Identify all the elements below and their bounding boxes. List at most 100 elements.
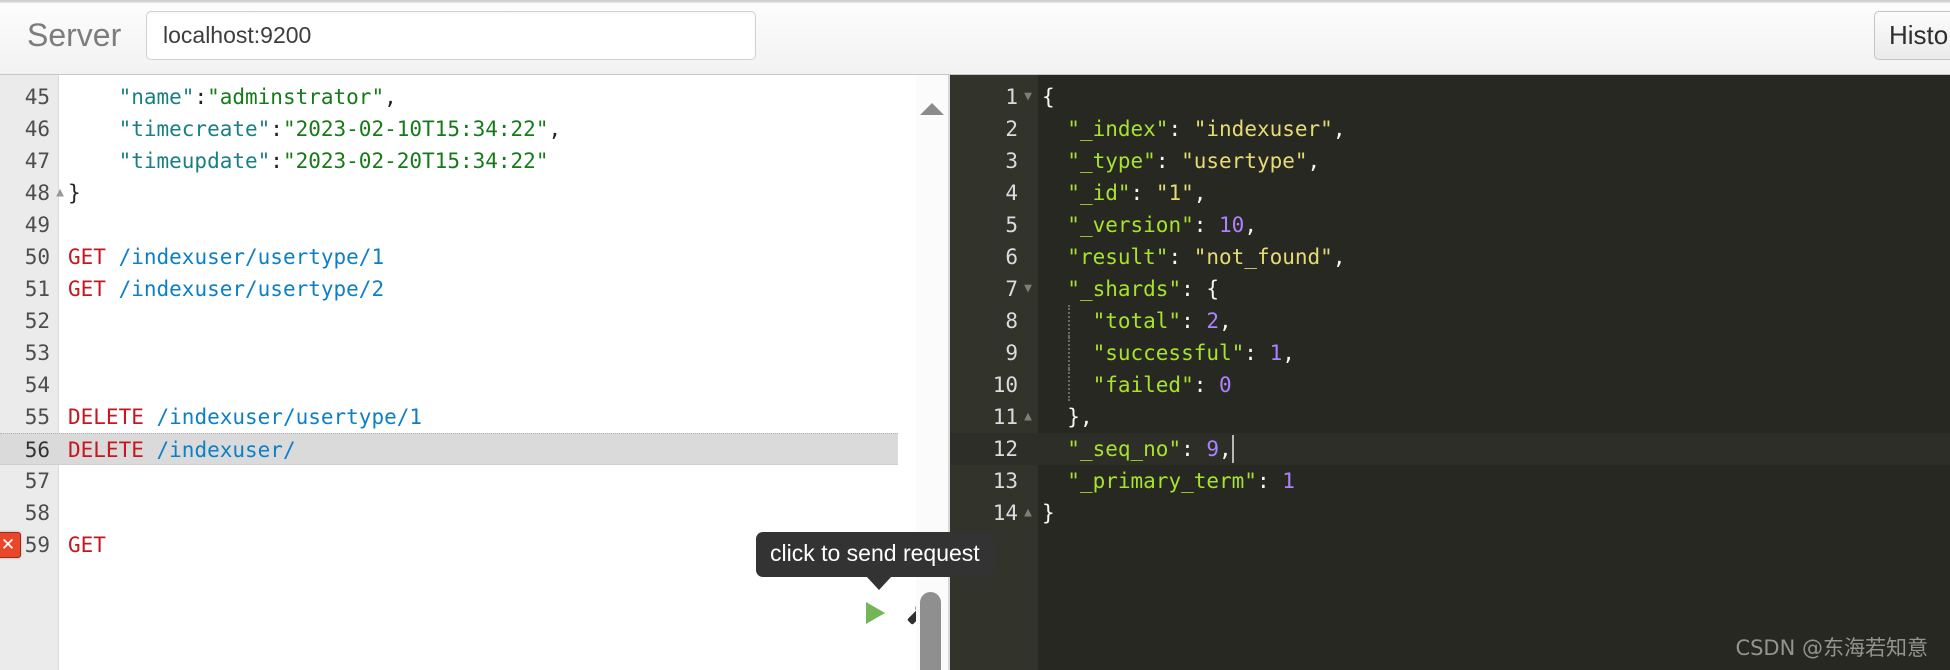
request-line-row[interactable]: 45 "name":"adminstrator", [0, 81, 898, 113]
code-token: "indexuser" [1193, 117, 1333, 141]
request-editor-pane[interactable]: 45 "name":"adminstrator", 46 "timecreate"… [0, 75, 948, 670]
response-line-number: 9 [1005, 341, 1018, 365]
request-line-row[interactable]: 56 DELETE /indexuser/ [0, 433, 898, 465]
response-line-row[interactable]: 2 "_index": "indexuser", [950, 113, 1950, 145]
response-line-number: 7 [1005, 277, 1018, 301]
code-token: "total" [1092, 309, 1182, 333]
response-line-row[interactable]: 3 "_type": "usertype", [950, 145, 1950, 177]
code-token: "_id" [1067, 181, 1131, 205]
fold-up-icon[interactable]: ▲ [1020, 401, 1036, 433]
response-line-row[interactable]: 1 ▼{ [950, 81, 1950, 113]
code-token: "timeupdate" [118, 149, 271, 173]
code-token: "name" [118, 85, 195, 109]
code-token: "_index" [1067, 117, 1169, 141]
response-line-row[interactable]: 5 "_version": 10, [950, 209, 1950, 241]
code-token: "not_found" [1193, 245, 1333, 269]
code-token: } [68, 181, 81, 205]
request-line-row[interactable]: 50 GET /indexuser/usertype/1 [0, 241, 898, 273]
response-line-text: "_shards": { [1042, 273, 1219, 305]
code-token: : [1130, 181, 1156, 205]
server-label: Server [27, 17, 122, 53]
fold-up-icon[interactable]: ▲ [52, 177, 68, 209]
request-line-row[interactable]: 57 [0, 465, 898, 497]
response-line-row[interactable]: 6 "result": "not_found", [950, 241, 1950, 273]
response-line-row[interactable]: 8 "total": 2, [950, 305, 1950, 337]
request-scrollbar-thumb[interactable] [920, 592, 941, 670]
response-line-number: 2 [1005, 117, 1018, 141]
response-line-number: 5 [1005, 213, 1018, 237]
history-button[interactable]: History [1874, 11, 1950, 60]
request-line-row[interactable]: 46 "timecreate":"2023-02-10T15:34:22", [0, 113, 898, 145]
request-line-row[interactable]: 47 "timeupdate":"2023-02-20T15:34:22" [0, 145, 898, 177]
request-line-text: "timecreate":"2023-02-10T15:34:22", [68, 113, 562, 145]
response-line-number: 3 [1005, 149, 1018, 173]
request-line-row[interactable]: 49 [0, 209, 898, 241]
code-token: : [1181, 437, 1207, 461]
code-token: : [1193, 213, 1220, 237]
code-token: /indexuser/usertype/2 [118, 277, 385, 301]
response-line-text: "result": "not_found", [1042, 241, 1345, 273]
scroll-up-arrow-icon[interactable] [920, 103, 944, 115]
request-line-row[interactable]: 48 ▲} [0, 177, 898, 209]
code-token: , [1332, 245, 1346, 269]
code-token: }, [1067, 405, 1093, 429]
send-request-tooltip: click to send request [756, 532, 994, 590]
code-token: "timecreate" [118, 117, 271, 141]
request-line-number: 59 [24, 533, 50, 557]
response-line-row[interactable]: 13 "_primary_term": 1 [950, 465, 1950, 497]
response-line-row[interactable]: 10 "failed": 0 [950, 369, 1950, 401]
code-token: , [1244, 213, 1257, 237]
request-line-text: "name":"adminstrator", [68, 81, 397, 113]
code-token: { [1206, 277, 1220, 301]
request-line-row[interactable]: 55 DELETE /indexuser/usertype/1 [0, 401, 898, 433]
code-token: 1 [1282, 469, 1295, 493]
code-token: /indexuser/usertype/1 [118, 245, 385, 269]
response-line-row[interactable]: 12 "_seq_no": 9, [950, 433, 1950, 465]
request-line-row[interactable]: 51 GET /indexuser/usertype/2 [0, 273, 898, 305]
request-line-text: DELETE /indexuser/usertype/1 [68, 401, 422, 433]
response-line-row[interactable]: 11 ▲ }, [950, 401, 1950, 433]
request-line-number: 53 [24, 341, 50, 365]
code-token: 2 [1206, 309, 1220, 333]
fold-up-icon[interactable]: ▲ [1020, 497, 1036, 529]
code-token: } [1042, 501, 1055, 525]
response-line-row[interactable]: 4 "_id": "1", [950, 177, 1950, 209]
response-line-text: "successful": 1, [1042, 337, 1295, 369]
fold-down-icon[interactable]: ▼ [1020, 273, 1036, 305]
request-line-number: 52 [24, 309, 50, 333]
response-line-number: 6 [1005, 245, 1018, 269]
request-scrollbar-track[interactable] [916, 75, 948, 670]
request-line-text: GET [68, 529, 106, 561]
response-line-text: } [1042, 497, 1055, 529]
response-line-number: 4 [1005, 181, 1018, 205]
request-line-number: 50 [24, 245, 50, 269]
response-editor-pane[interactable]: 1 ▼{2 "_index": "indexuser", 3 "_type": "u… [950, 75, 1950, 670]
request-line-row[interactable]: 54 [0, 369, 898, 401]
response-line-number: 1 [1005, 85, 1018, 109]
response-line-row[interactable]: 7 ▼ "_shards": { [950, 273, 1950, 305]
response-line-row[interactable]: 9 "successful": 1, [950, 337, 1950, 369]
request-line-row[interactable]: 53 [0, 337, 898, 369]
request-line-row[interactable]: 58 [0, 497, 898, 529]
code-token: GET [68, 245, 106, 269]
code-token: : [1181, 309, 1207, 333]
send-request-play-icon[interactable] [866, 602, 885, 624]
code-token: "_seq_no" [1067, 437, 1182, 461]
code-token: 9 [1206, 437, 1220, 461]
response-line-number: 13 [992, 469, 1018, 493]
code-token: "_type" [1067, 149, 1156, 173]
fold-down-icon[interactable]: ▼ [1020, 81, 1036, 113]
server-input[interactable] [146, 11, 756, 60]
request-line-text: } [68, 177, 81, 209]
code-token: , [1193, 181, 1207, 205]
code-token: 0 [1219, 373, 1232, 397]
request-line-row[interactable]: 52 [0, 305, 898, 337]
code-token: : [1155, 149, 1182, 173]
response-line-row[interactable]: 14 ▲} [950, 497, 1950, 529]
